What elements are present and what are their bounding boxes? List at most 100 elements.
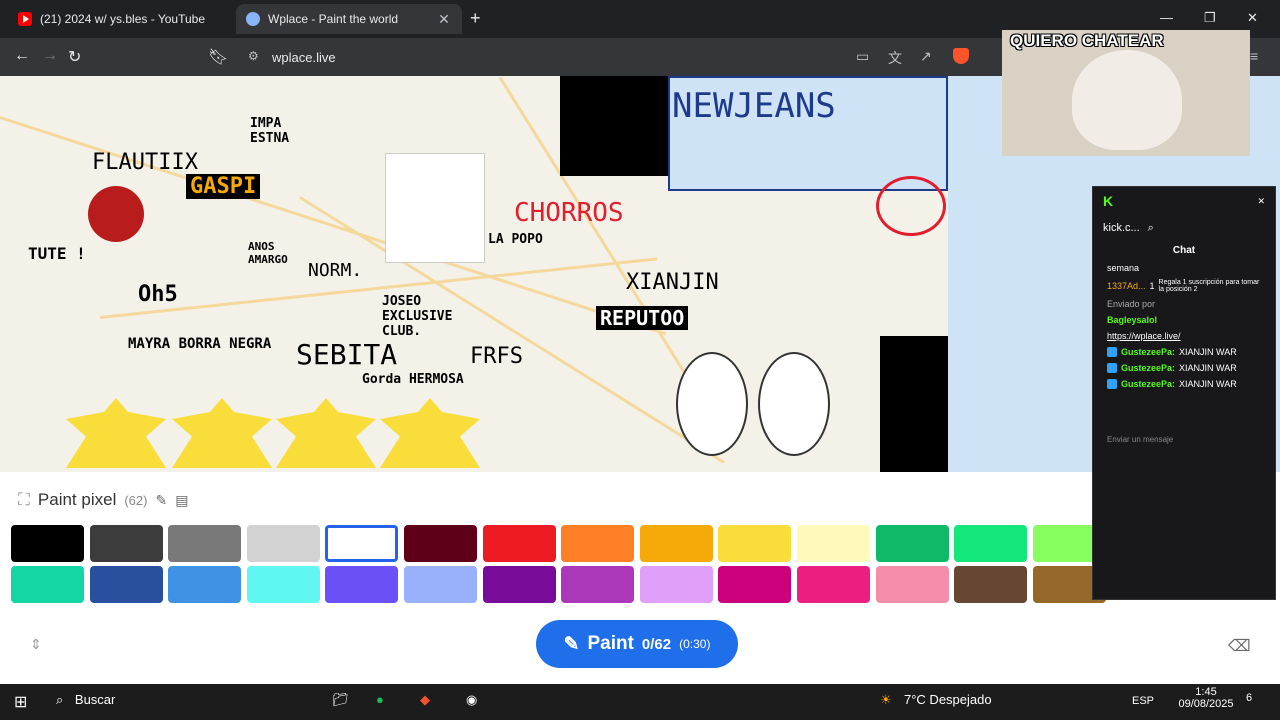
badge-icon — [1107, 347, 1117, 357]
art-label: TUTE ! — [28, 244, 86, 263]
color-swatch[interactable] — [561, 525, 635, 562]
color-swatch[interactable] — [954, 566, 1028, 603]
color-swatch[interactable] — [718, 525, 792, 562]
forward-icon[interactable]: → — [42, 47, 58, 65]
clock[interactable]: 1:45 09/08/2025 — [1176, 686, 1236, 710]
art-label: SEBITA — [296, 338, 398, 371]
chat-window-bar: K ✕ — [1093, 187, 1275, 215]
address-bar[interactable]: ⚙ wplace.live — [236, 44, 996, 70]
color-swatch[interactable] — [246, 525, 320, 562]
chat-user: GustezeePa: — [1121, 347, 1176, 357]
chat-close-icon[interactable]: ✕ — [1257, 196, 1265, 207]
brave-icon[interactable]: ◆ — [420, 692, 430, 708]
close-tab-icon[interactable]: ✕ — [436, 11, 452, 28]
top-user: 1337Ad... — [1107, 281, 1146, 291]
color-swatch[interactable] — [404, 566, 477, 603]
windows-start-icon[interactable]: ⊞ — [14, 692, 27, 712]
restore-icon[interactable]: ❐ — [1204, 10, 1216, 26]
color-swatch[interactable] — [325, 566, 399, 603]
art-label: XIANJIN — [626, 270, 719, 295]
file-explorer-icon[interactable]: 📁︎ — [332, 692, 349, 708]
color-swatch[interactable] — [797, 525, 870, 562]
black-fill-art — [560, 76, 680, 176]
newjeans-label: NEWJEANS — [672, 86, 836, 126]
new-tab-button[interactable]: + — [470, 8, 481, 29]
color-swatch[interactable] — [11, 566, 84, 603]
color-swatch[interactable] — [11, 525, 84, 562]
art-label: IMPA ESTNA — [250, 116, 290, 146]
circle-art — [876, 176, 946, 236]
color-swatch[interactable] — [797, 566, 870, 603]
menu-icon[interactable]: ≡ — [1250, 48, 1258, 64]
color-swatch[interactable] — [875, 566, 949, 603]
chat-message: GustezeePa: XIANJIN WAR — [1093, 376, 1275, 392]
sent-by: Enviado por — [1107, 299, 1156, 309]
paint-button[interactable]: ✎ Paint 0/62 (0:30) — [536, 620, 738, 668]
notification-badge[interactable]: 6 — [1246, 692, 1252, 704]
color-swatch[interactable] — [168, 566, 242, 603]
bookmark-icon[interactable]: 🔖︎ — [208, 47, 228, 67]
gift-note: Regala 1 suscripción para tomar la posic… — [1158, 279, 1260, 293]
yellow-star-art — [276, 398, 376, 468]
close-window-icon[interactable]: ✕ — [1247, 10, 1258, 26]
color-swatch[interactable] — [325, 525, 399, 562]
yellow-star-art — [172, 398, 272, 468]
art-label: REPUTOO — [596, 306, 689, 330]
tab-wplace[interactable]: Wplace - Paint the world ✕ — [236, 4, 462, 34]
weather-text[interactable]: 7°C Despejado — [904, 692, 992, 707]
reload-icon[interactable]: ↻ — [68, 47, 81, 67]
color-swatch[interactable] — [718, 566, 792, 603]
chat-input[interactable]: Enviar un mensaje — [1093, 432, 1275, 447]
tab-youtube[interactable]: (21) 2024 w/ ys.bles - YouTube — [8, 4, 230, 34]
cam-title: QUIERO CHATEAR — [1010, 31, 1164, 50]
language-indicator[interactable]: ESP — [1132, 695, 1154, 707]
toggle-icon[interactable]: ▤ — [175, 492, 188, 509]
color-swatch[interactable] — [404, 525, 477, 562]
chat-label: Chat — [1172, 245, 1196, 256]
color-swatch[interactable] — [875, 525, 949, 562]
translate-icon[interactable]: 文 — [888, 48, 902, 68]
color-swatch[interactable] — [561, 566, 635, 603]
color-swatch[interactable] — [482, 525, 556, 562]
taskbar-search[interactable]: ⌕ Buscar — [56, 692, 115, 708]
back-icon[interactable]: ← — [14, 47, 30, 65]
pinned-link[interactable]: https://wplace.live/ — [1093, 328, 1275, 344]
weather-icon: ☀ — [880, 692, 892, 707]
color-swatch[interactable] — [639, 525, 713, 562]
share-icon[interactable]: ↗ — [920, 48, 932, 65]
cast-icon[interactable]: ▭ — [856, 48, 869, 65]
link-text[interactable]: https://wplace.live/ — [1107, 331, 1181, 341]
site-info-icon[interactable]: ⚙ — [248, 49, 259, 63]
art-label: Gorda HERMOSA — [362, 372, 464, 387]
kick-logo-icon: K — [1103, 193, 1114, 209]
pinned-sender: Bagleysalol — [1093, 312, 1275, 328]
minimize-icon[interactable]: — — [1160, 10, 1173, 25]
chat-input-placeholder: Enviar un mensaje — [1107, 435, 1174, 444]
paint-button-label: Paint — [587, 633, 634, 654]
color-swatch[interactable] — [954, 525, 1028, 562]
color-swatch[interactable] — [639, 566, 713, 603]
search-icon: ⌕ — [56, 692, 64, 707]
chat-user: GustezeePa: — [1121, 379, 1176, 389]
newjeans-art: NEWJEANS — [668, 76, 948, 191]
color-swatch[interactable] — [482, 566, 556, 603]
color-swatch[interactable] — [168, 525, 242, 562]
expand-icon[interactable]: ⛶ — [18, 490, 30, 510]
eraser-icon[interactable]: ⌫ — [1228, 636, 1251, 656]
chat-search-icon[interactable]: ⌕ — [1148, 222, 1154, 235]
color-swatch[interactable] — [89, 525, 163, 562]
spotify-icon[interactable]: ● — [376, 692, 384, 707]
art-label: CHORROS — [514, 198, 624, 228]
obs-icon[interactable]: ◉ — [466, 692, 477, 708]
clock-date: 09/08/2025 — [1178, 698, 1234, 710]
art-label: NORM. — [308, 260, 363, 281]
pencil-icon[interactable]: ✎ — [155, 492, 167, 509]
art-label: LA POPO — [488, 232, 543, 247]
color-swatch[interactable] — [89, 566, 163, 603]
chat-week: semana — [1093, 260, 1275, 276]
windows-taskbar: ⊞ ⌕ Buscar 📁︎ ● ◆ ◉ ☀ 7°C Despejado ESP … — [0, 684, 1280, 720]
collapse-icon[interactable]: ⇕ — [30, 636, 42, 653]
color-swatch[interactable] — [246, 566, 320, 603]
chat-message: GustezeePa: XIANJIN WAR — [1093, 344, 1275, 360]
brave-shield-icon[interactable] — [953, 48, 969, 64]
